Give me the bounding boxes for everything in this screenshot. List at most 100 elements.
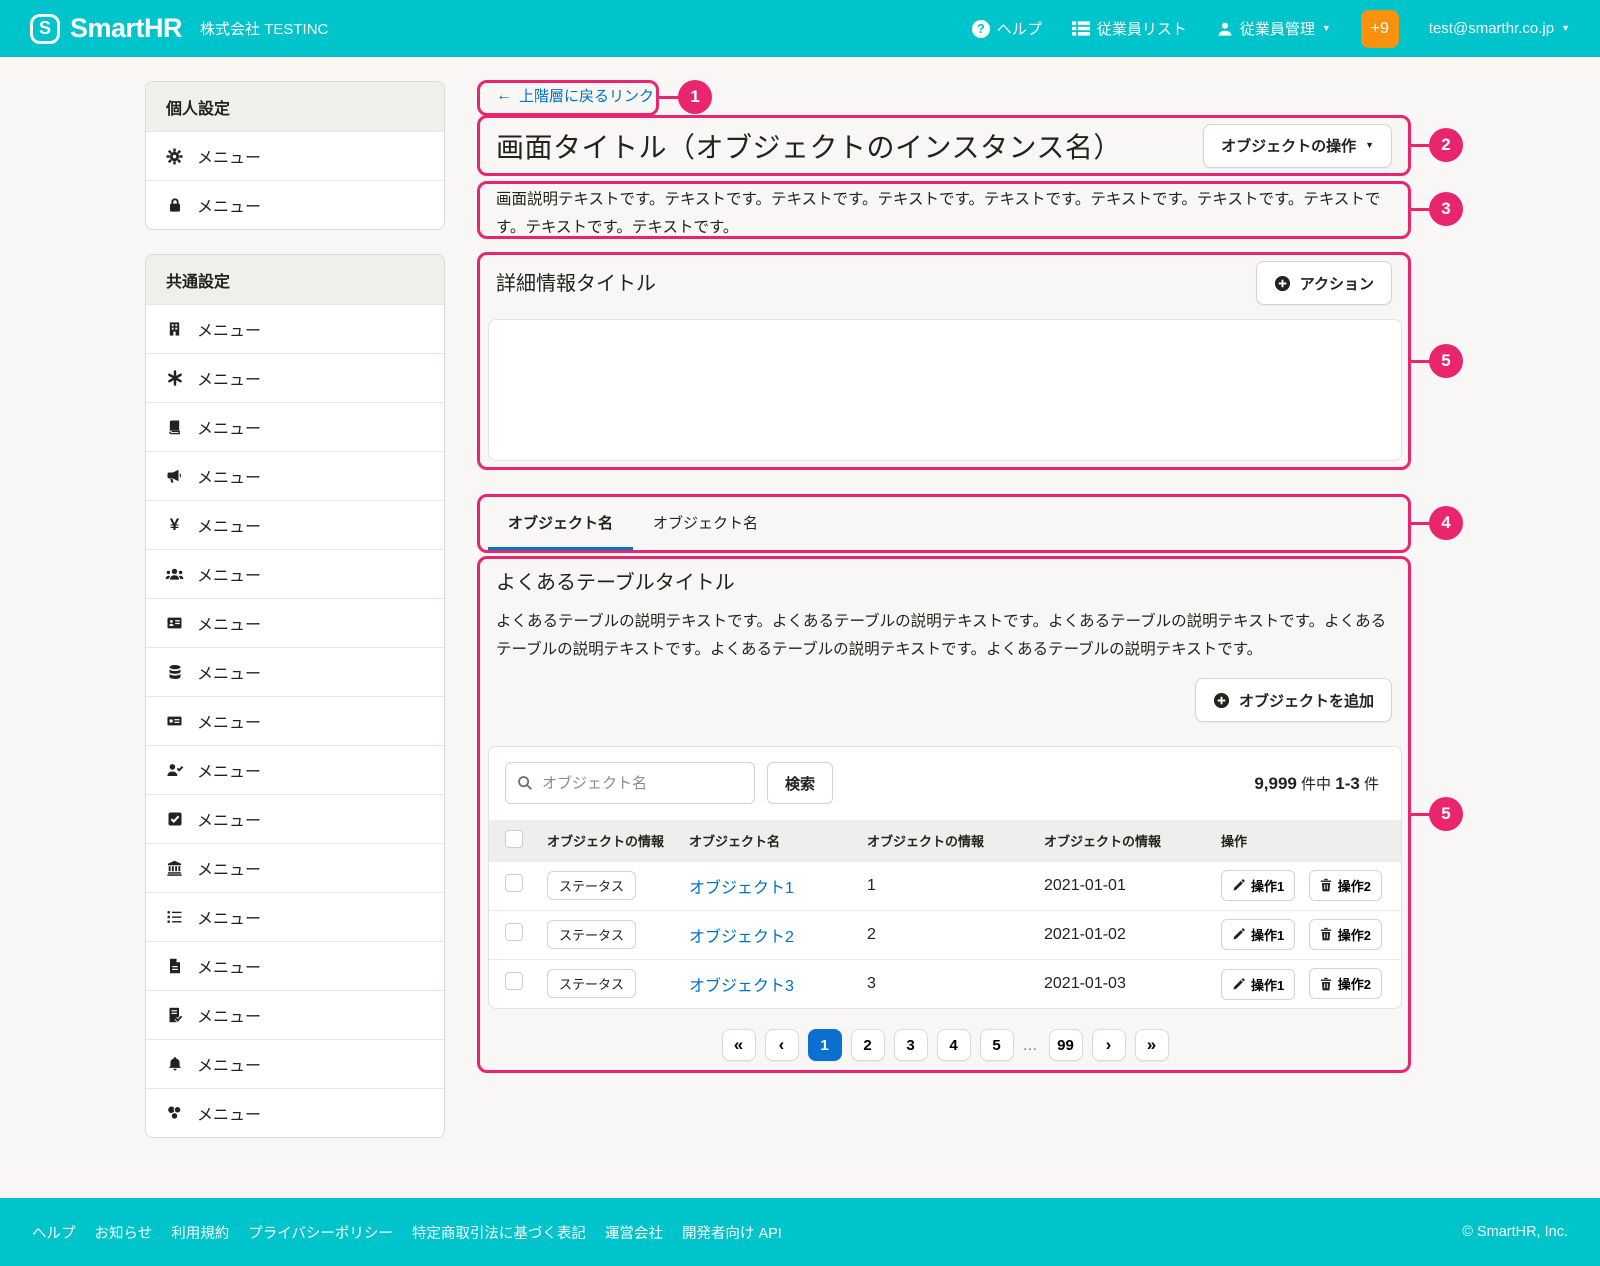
object-actions-dropdown-button[interactable]: オブジェクトの操作 ▼ bbox=[1203, 124, 1392, 168]
chevron-down-icon: ▼ bbox=[1365, 141, 1374, 150]
edit-button-label: 操作1 bbox=[1251, 975, 1284, 994]
check-square-icon bbox=[165, 811, 184, 827]
sidebar-item-menu[interactable]: メニュー bbox=[146, 180, 444, 229]
search-input[interactable] bbox=[542, 775, 743, 792]
sidebar-section-personal: 個人設定 メニュー メニュー bbox=[145, 81, 445, 230]
chevron-down-icon: ▼ bbox=[1322, 24, 1331, 33]
pagination-page-2[interactable]: 2 bbox=[851, 1029, 885, 1061]
sidebar-item-menu[interactable]: メニュー bbox=[146, 647, 444, 696]
pagination-next-button[interactable]: › bbox=[1092, 1029, 1126, 1061]
sidebar-item-menu[interactable]: メニュー bbox=[146, 794, 444, 843]
pagination-page-5[interactable]: 5 bbox=[980, 1029, 1014, 1061]
sidebar-item-menu[interactable]: メニュー bbox=[146, 1088, 444, 1137]
edit-button[interactable]: 操作1 bbox=[1221, 969, 1295, 1000]
pagination-ellipsis: … bbox=[1023, 1037, 1040, 1054]
nav-account-menu[interactable]: test@smarthr.co.jp ▼ bbox=[1429, 20, 1570, 37]
back-link-label: 上階層に戻るリンク bbox=[519, 85, 654, 106]
row-checkbox[interactable] bbox=[505, 972, 523, 990]
help-circle-icon: ? bbox=[972, 20, 990, 38]
sidebar-item-menu[interactable]: メニュー bbox=[146, 451, 444, 500]
row-checkbox[interactable] bbox=[505, 923, 523, 941]
action-button[interactable]: アクション bbox=[1256, 261, 1392, 305]
trash-icon bbox=[1320, 977, 1332, 991]
pagination-first-button[interactable]: « bbox=[722, 1029, 756, 1061]
sidebar-section-common: 共通設定 メニュー メニュー メニュー メニュー ¥ メニュー メニュー メニュ… bbox=[145, 254, 445, 1138]
edit-button[interactable]: 操作1 bbox=[1221, 919, 1295, 950]
sidebar-item-menu[interactable]: メニュー bbox=[146, 304, 444, 353]
money-check-icon bbox=[165, 713, 184, 729]
company-name: 株式会社 TESTINC bbox=[200, 18, 328, 39]
table-section-description: よくあるテーブルの説明テキストです。よくあるテーブルの説明テキストです。よくある… bbox=[488, 608, 1402, 663]
sidebar: 個人設定 メニュー メニュー 共通設定 メニュー メニュー メニュー メニュー bbox=[145, 81, 445, 1138]
edit-button[interactable]: 操作1 bbox=[1221, 870, 1295, 901]
action-button-label: アクション bbox=[1300, 273, 1374, 294]
sidebar-item-menu[interactable]: メニュー bbox=[146, 131, 444, 180]
footer-link[interactable]: お知らせ bbox=[95, 1222, 153, 1243]
notification-count-badge[interactable]: +9 bbox=[1361, 10, 1399, 48]
footer-link[interactable]: 開発者向け API bbox=[682, 1222, 782, 1243]
sidebar-item-menu[interactable]: メニュー bbox=[146, 745, 444, 794]
object-table: オブジェクトの情報 オブジェクト名 オブジェクトの情報 オブジェクトの情報 操作… bbox=[489, 820, 1401, 1008]
copyright: © SmartHR, Inc. bbox=[1462, 1224, 1568, 1240]
sidebar-item-menu[interactable]: メニュー bbox=[146, 990, 444, 1039]
footer-link[interactable]: プライバシーポリシー bbox=[248, 1222, 393, 1243]
back-link[interactable]: ← 上階層に戻るリンク bbox=[496, 85, 654, 106]
sidebar-item-menu[interactable]: メニュー bbox=[146, 598, 444, 647]
nav-employee-list[interactable]: 従業員リスト bbox=[1072, 18, 1187, 39]
sidebar-item-label: メニュー bbox=[197, 611, 261, 635]
object-link[interactable]: オブジェクト2 bbox=[689, 929, 794, 946]
add-object-button[interactable]: オブジェクトを追加 bbox=[1195, 678, 1392, 722]
sidebar-item-menu[interactable]: メニュー bbox=[146, 941, 444, 990]
footer-link[interactable]: 運営会社 bbox=[605, 1222, 663, 1243]
footer-link[interactable]: 特定商取引法に基づく表記 bbox=[412, 1222, 586, 1243]
result-count: 9,999 件中 1-3 件 bbox=[1254, 773, 1385, 794]
pagination-page-3[interactable]: 3 bbox=[894, 1029, 928, 1061]
sidebar-item-menu[interactable]: メニュー bbox=[146, 1039, 444, 1088]
footer-link[interactable]: ヘルプ bbox=[32, 1222, 76, 1243]
annotation-callout-3: 3 bbox=[1429, 192, 1463, 226]
pagination-page-1[interactable]: 1 bbox=[808, 1029, 842, 1061]
delete-button[interactable]: 操作2 bbox=[1309, 870, 1382, 901]
object-link[interactable]: オブジェクト1 bbox=[689, 880, 794, 897]
sidebar-item-label: メニュー bbox=[197, 513, 261, 537]
object-link[interactable]: オブジェクト3 bbox=[689, 978, 794, 995]
brand-logo[interactable]: S SmartHR bbox=[30, 13, 182, 44]
id-card-icon bbox=[165, 615, 184, 631]
delete-button[interactable]: 操作2 bbox=[1309, 968, 1382, 999]
sidebar-item-menu[interactable]: メニュー bbox=[146, 402, 444, 451]
annotation-callout-2: 2 bbox=[1429, 128, 1463, 162]
pagination-prev-button[interactable]: ‹ bbox=[765, 1029, 799, 1061]
sidebar-item-menu[interactable]: メニュー bbox=[146, 843, 444, 892]
sidebar-item-menu[interactable]: メニュー bbox=[146, 353, 444, 402]
building-icon bbox=[165, 321, 184, 337]
object-value: 2 bbox=[867, 910, 1044, 959]
landmark-icon bbox=[165, 860, 184, 876]
tab-object-2[interactable]: オブジェクト名 bbox=[633, 497, 778, 550]
sidebar-item-menu[interactable]: メニュー bbox=[146, 696, 444, 745]
column-header: オブジェクトの情報 bbox=[547, 820, 689, 861]
footer-link[interactable]: 利用規約 bbox=[171, 1222, 229, 1243]
count-end: 件 bbox=[1364, 776, 1379, 793]
select-all-checkbox[interactable] bbox=[505, 830, 523, 848]
annotation-callout-5b: 5 bbox=[1429, 797, 1463, 831]
table-card: 検索 9,999 件中 1-3 件 オブジェクトの情報 オブジェクト名 オブジェ… bbox=[488, 746, 1402, 1009]
object-date: 2021-01-03 bbox=[1044, 959, 1221, 1008]
nav-employee-admin[interactable]: 従業員管理 ▼ bbox=[1217, 18, 1331, 39]
row-checkbox[interactable] bbox=[505, 874, 523, 892]
count-total: 9,999 bbox=[1254, 774, 1297, 793]
sidebar-item-menu[interactable]: メニュー bbox=[146, 892, 444, 941]
pagination-last-button[interactable]: » bbox=[1135, 1029, 1169, 1061]
search-box bbox=[505, 762, 755, 804]
sidebar-item-menu[interactable]: メニュー bbox=[146, 549, 444, 598]
tab-object-1[interactable]: オブジェクト名 bbox=[488, 497, 633, 550]
pagination-page-99[interactable]: 99 bbox=[1049, 1029, 1083, 1061]
object-value: 1 bbox=[867, 861, 1044, 910]
nav-help[interactable]: ? ヘルプ bbox=[972, 18, 1042, 39]
delete-button[interactable]: 操作2 bbox=[1309, 919, 1382, 950]
search-button[interactable]: 検索 bbox=[767, 762, 833, 804]
pagination-page-4[interactable]: 4 bbox=[937, 1029, 971, 1061]
tab-bar: オブジェクト名 オブジェクト名 bbox=[488, 497, 1402, 551]
book-icon bbox=[165, 419, 184, 435]
pencil-icon bbox=[1232, 978, 1245, 991]
sidebar-item-menu[interactable]: ¥ メニュー bbox=[146, 500, 444, 549]
